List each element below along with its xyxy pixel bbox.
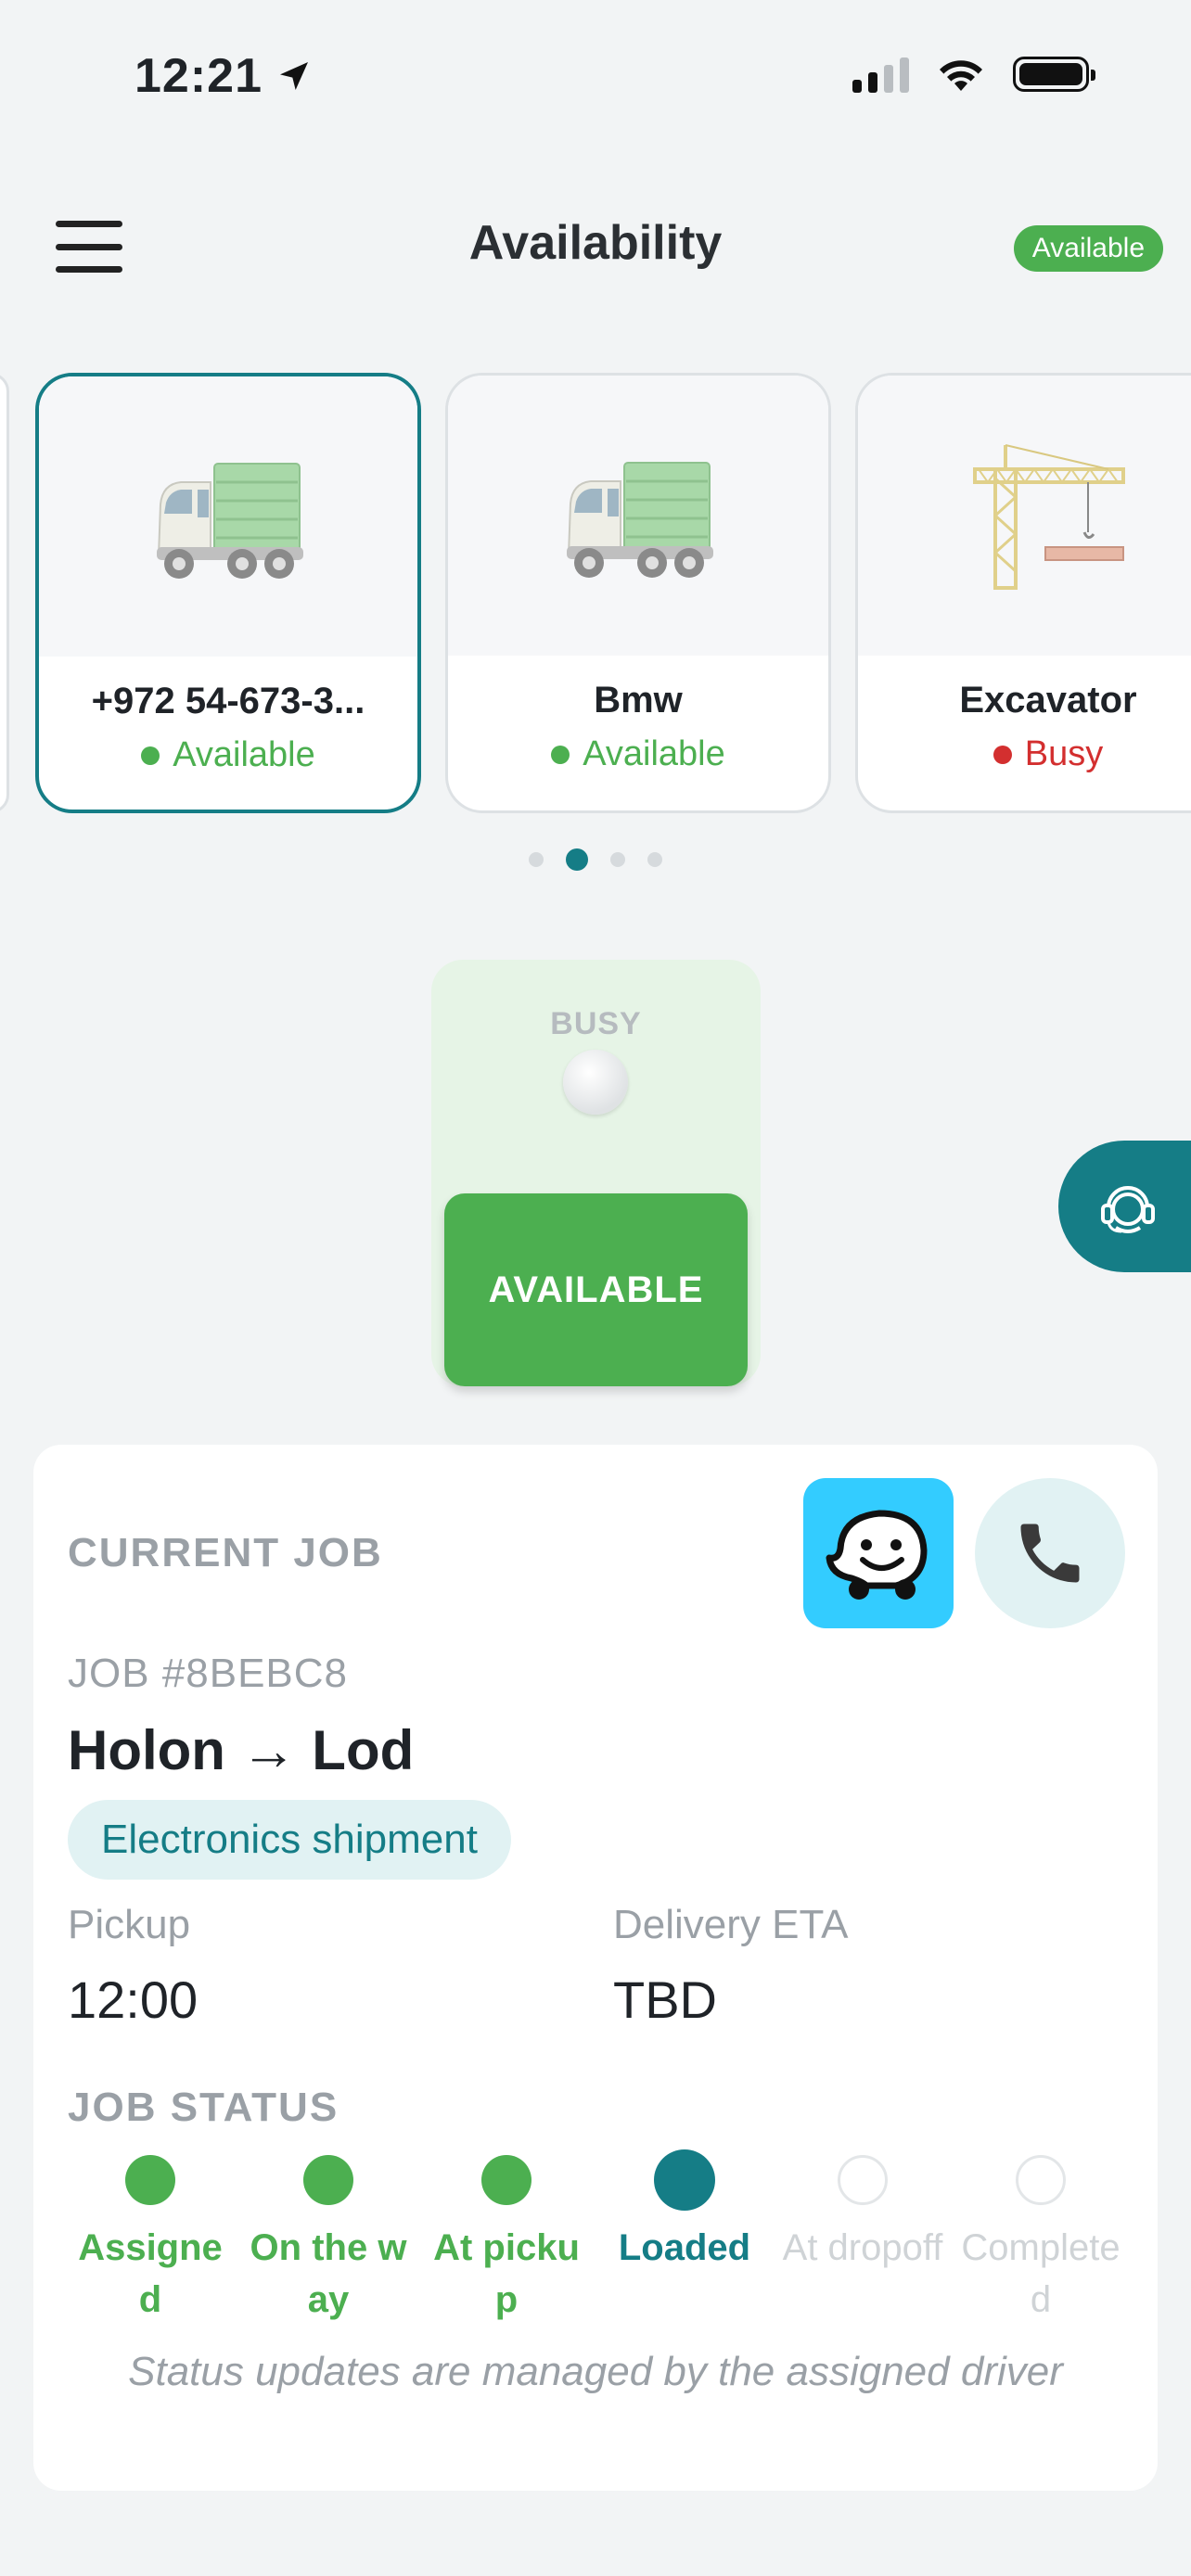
status-step: At pickup: [417, 2155, 596, 2326]
equipment-card[interactable]: Excavator Busy: [855, 373, 1191, 813]
pager-dot[interactable]: [610, 852, 625, 867]
eta-value: TBD: [613, 1970, 717, 2029]
current-job-card: CURRENT JOB JOB #8BEBC8 Holon → Lod Elec…: [33, 1445, 1158, 2491]
toggle-knob[interactable]: [563, 1050, 628, 1115]
support-button[interactable]: [1058, 1141, 1191, 1272]
job-route: Holon → Lod: [68, 1719, 415, 1781]
cellular-signal-icon: [852, 56, 909, 93]
status-step: Completed: [952, 2155, 1130, 2326]
status-badge: Available: [1013, 225, 1163, 272]
page-title: Availability: [468, 216, 723, 270]
step-label: At dropoff: [782, 2227, 943, 2268]
waze-icon: [826, 1510, 928, 1600]
step-label: At pickup: [433, 2227, 580, 2320]
status-bar: 12:21: [0, 0, 1191, 158]
equipment-status-text: Available: [173, 735, 315, 774]
step-indicator: [654, 2149, 715, 2211]
clock-text: 12:21: [134, 49, 263, 103]
equipment-card[interactable]: +972 54-673-3... Available: [35, 373, 421, 813]
equipment-name: Bmw: [594, 680, 683, 721]
status-time: 12:21: [134, 48, 313, 104]
equipment-status: Busy: [858, 734, 1191, 774]
call-button[interactable]: [975, 1478, 1125, 1628]
truck-icon: [448, 376, 828, 656]
availability-toggle[interactable]: BUSY AVAILABLE: [431, 960, 761, 1386]
equipment-card-partial[interactable]: [0, 373, 9, 813]
available-button[interactable]: AVAILABLE: [444, 1193, 748, 1386]
job-status-title: JOB STATUS: [68, 2085, 339, 2130]
job-id: JOB #8BEBC8: [68, 1651, 349, 1696]
eta-label: Delivery ETA: [613, 1902, 849, 1947]
wifi-icon: [940, 60, 982, 91]
battery-icon: [1013, 57, 1095, 92]
step-label: Assigned: [78, 2227, 223, 2320]
step-label: Completed: [961, 2227, 1121, 2320]
status-step: On the way: [239, 2155, 417, 2326]
busy-label: BUSY: [550, 1006, 642, 1041]
headset-icon: [1101, 1186, 1155, 1233]
step-label: On the way: [250, 2227, 407, 2320]
status-step: Assigned: [61, 2155, 239, 2326]
location-arrow-icon: [280, 62, 308, 90]
equipment-status-text: Available: [583, 734, 725, 773]
carousel-pager: [0, 848, 1191, 871]
step-indicator: [1016, 2155, 1066, 2205]
phone-icon: [1020, 1524, 1080, 1583]
job-tag: Electronics shipment: [68, 1800, 511, 1880]
equipment-name: +972 54-673-3...: [91, 681, 365, 721]
status-dot: [551, 745, 570, 764]
equipment-status: Available: [448, 734, 828, 774]
crane-icon: [858, 376, 1191, 656]
waze-button[interactable]: [803, 1478, 954, 1628]
equipment-carousel[interactable]: +972 54-673-3... Available Bmw Available: [0, 373, 1191, 813]
step-label: Loaded: [618, 2227, 751, 2268]
pickup-label: Pickup: [68, 1902, 191, 1947]
pickup-value: 12:00: [68, 1970, 198, 2029]
step-indicator: [125, 2155, 175, 2205]
pager-dot[interactable]: [647, 852, 662, 867]
step-indicator: [838, 2155, 888, 2205]
equipment-name: Excavator: [959, 680, 1137, 721]
step-indicator: [303, 2155, 353, 2205]
pager-dot[interactable]: [529, 852, 544, 867]
app-header: Availability Available: [0, 195, 1191, 297]
step-indicator: [481, 2155, 531, 2205]
status-dot: [141, 746, 160, 765]
job-status-stepper: Assigned On the way At pickup Loaded At …: [61, 2149, 1130, 2326]
status-step-current: Loaded: [596, 2149, 774, 2326]
equipment-status: Available: [39, 735, 417, 775]
equipment-status-text: Busy: [1024, 734, 1104, 773]
section-title: CURRENT JOB: [68, 1530, 383, 1575]
pager-dot-active[interactable]: [566, 848, 588, 871]
equipment-card[interactable]: Bmw Available: [445, 373, 831, 813]
status-note: Status updates are managed by the assign…: [128, 2349, 1063, 2394]
truck-icon: [39, 376, 417, 657]
status-step: At dropoff: [774, 2155, 952, 2326]
status-dot: [992, 745, 1012, 764]
